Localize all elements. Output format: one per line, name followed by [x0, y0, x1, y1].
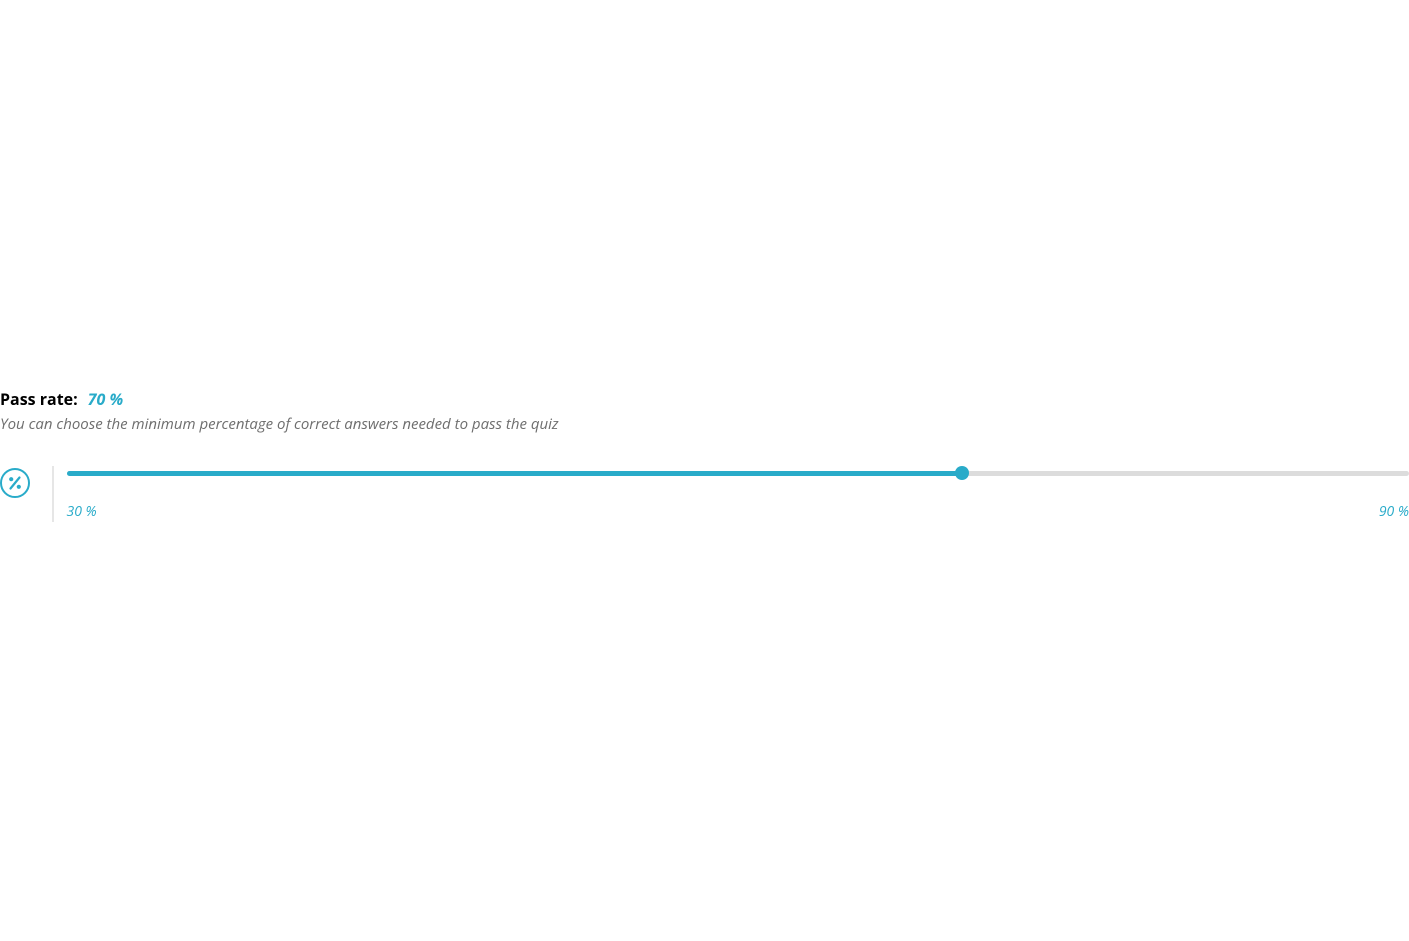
pass-rate-slider[interactable]	[67, 466, 1409, 480]
slider-track-fill	[67, 471, 962, 476]
pass-rate-description: You can choose the minimum percentage of…	[0, 414, 1409, 434]
slider-labels: 30 % 90 %	[67, 502, 1409, 521]
pass-rate-slider-row: 30 % 90 %	[0, 466, 1409, 522]
pass-rate-header: Pass rate: 70 %	[0, 388, 1409, 410]
vertical-divider	[52, 466, 54, 522]
percent-icon-col	[0, 466, 34, 498]
pass-rate-value: 70 %	[88, 388, 123, 410]
slider-max-label: 90 %	[1379, 502, 1409, 521]
pass-rate-label: Pass rate:	[0, 388, 78, 410]
percent-icon	[0, 468, 30, 498]
slider-col: 30 % 90 %	[67, 466, 1409, 521]
slider-min-label: 30 %	[67, 502, 97, 521]
slider-thumb[interactable]	[955, 466, 969, 480]
pass-rate-section: Pass rate: 70 % You can choose the minim…	[0, 388, 1409, 522]
